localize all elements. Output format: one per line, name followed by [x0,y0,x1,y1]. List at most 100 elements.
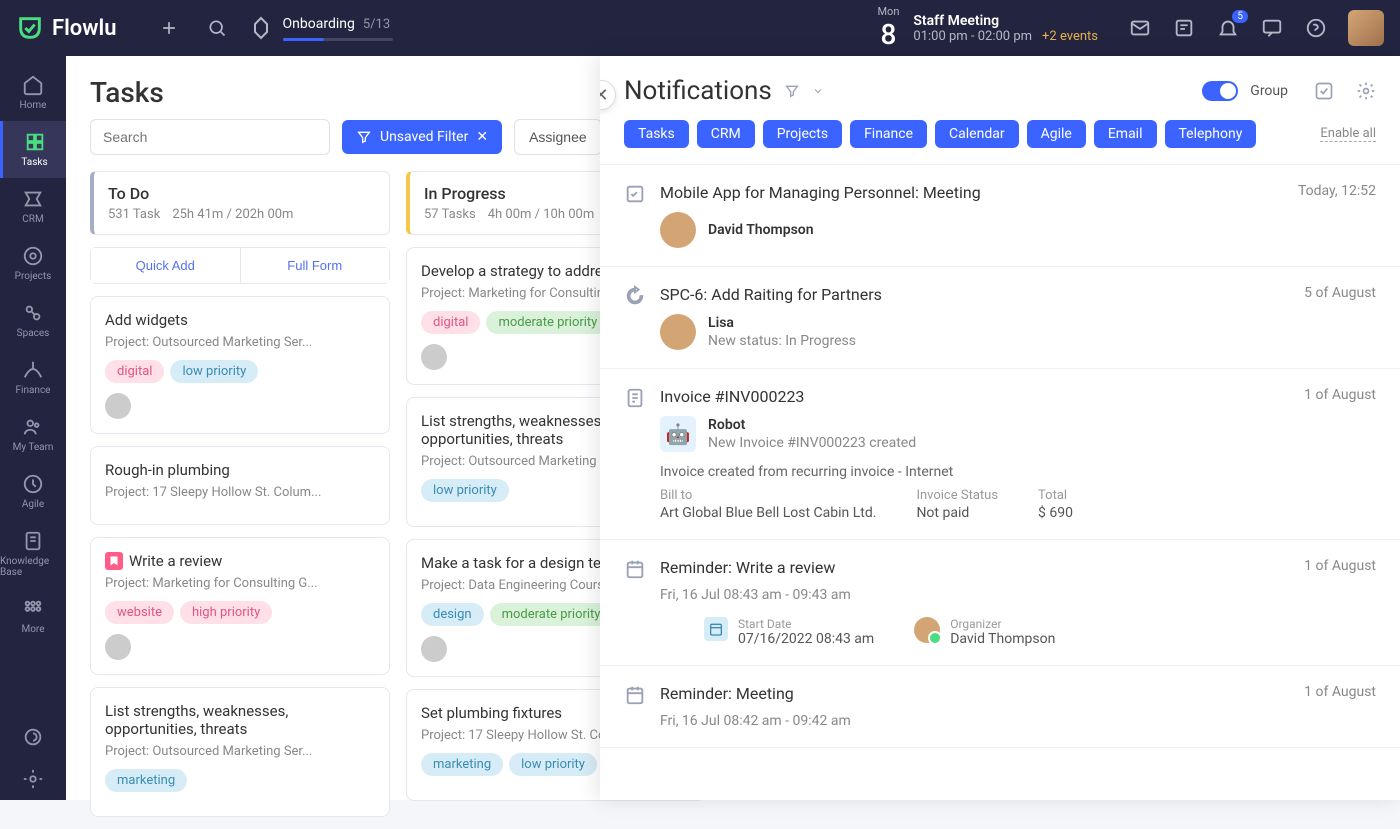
chevron-down-icon[interactable] [812,85,824,97]
notif-subtime: Fri, 16 Jul 08:43 am - 09:43 am [660,587,1376,603]
tag[interactable]: website [105,601,174,624]
meeting-time: 01:00 pm - 02:00 pm [913,29,1032,44]
note-icon[interactable] [1172,16,1196,40]
filter-chip-email[interactable]: Email [1094,120,1157,148]
notif-status: New status: In Progress [708,333,856,349]
notif-date: 5 of August [1304,285,1376,301]
chat-icon[interactable] [1260,16,1284,40]
card-title: List strengths, weaknesses, opportunitie… [105,702,375,738]
filter-chip-agile[interactable]: Agile [1027,120,1086,148]
full-form-button[interactable]: Full Form [241,248,390,283]
filter-chip-telephony[interactable]: Telephony [1165,120,1257,148]
group-toggle[interactable] [1202,81,1238,101]
task-card[interactable]: Rough-in plumbing Project: 17 Sleepy Hol… [90,446,390,525]
logo[interactable]: Flowlu [16,14,117,42]
task-card[interactable]: Add widgets Project: Outsourced Marketin… [90,296,390,434]
user-avatar[interactable] [1348,10,1384,46]
topbar: Flowlu Onboarding 5/13 Mon 8 Staff Meeti… [0,0,1400,56]
notif-date: Today, 12:52 [1298,183,1376,199]
assignee-avatar[interactable] [105,634,131,660]
bell-icon[interactable]: 5 [1216,16,1240,40]
date-section[interactable]: Mon 8 Staff Meeting 01:00 pm - 02:00 pm … [877,5,1098,51]
card-title: Rough-in plumbing [105,461,375,479]
notif-item-title: Mobile App for Managing Personnel: Meeti… [660,183,981,202]
filter-chip-projects[interactable]: Projects [763,120,842,148]
onboarding-count: 5/13 [363,17,390,32]
notification-item[interactable]: Reminder: Write a review1 of August Fri,… [600,540,1400,666]
tag[interactable]: marketing [105,769,187,792]
calendar-icon [624,684,646,729]
sidebar-item-home[interactable]: Home [0,64,66,121]
sidebar-settings-icon[interactable] [0,758,66,800]
sidebar-help-icon[interactable] [0,716,66,758]
notif-user-name: Lisa [708,315,856,331]
filter-icon[interactable] [784,83,800,99]
calendar-icon [624,558,646,647]
notification-item[interactable]: Mobile App for Managing Personnel: Meeti… [600,165,1400,267]
sidebar-item-crm[interactable]: CRM [0,178,66,235]
notifications-title: Notifications [624,76,772,106]
tag[interactable]: high priority [180,601,272,624]
search-icon[interactable] [205,16,229,40]
tag[interactable]: moderate priority [490,603,613,626]
assignee-dropdown[interactable]: Assignee [514,119,602,155]
sidebar-item-agile[interactable]: Agile [0,463,66,520]
help-icon[interactable] [1304,16,1328,40]
tag[interactable]: digital [105,360,164,383]
assignee-avatar[interactable] [421,636,447,662]
filter-chip-finance[interactable]: Finance [850,120,927,148]
tag[interactable]: marketing [421,753,503,776]
user-avatar [660,314,696,350]
filter-chip-calendar[interactable]: Calendar [935,120,1019,148]
milestone-icon [105,552,123,570]
tag[interactable]: design [421,603,484,626]
onboarding-progress [283,38,393,41]
tag[interactable]: low priority [421,479,509,502]
calendar-icon [704,617,728,641]
enable-all-link[interactable]: Enable all [1320,126,1376,142]
tag[interactable]: low priority [170,360,258,383]
onboarding[interactable]: Onboarding 5/13 [249,16,393,41]
card-title: Write a review [105,552,375,570]
quick-add-button[interactable]: Quick Add [91,248,241,283]
assignee-avatar[interactable] [421,344,447,370]
meeting-more-events[interactable]: +2 events [1042,29,1098,44]
sidebar-item-tasks[interactable]: Tasks [0,121,66,178]
card-title: Add widgets [105,311,375,329]
notif-item-title: Reminder: Write a review [660,558,835,577]
gear-icon[interactable] [1356,81,1376,101]
check-all-icon[interactable] [1314,81,1334,101]
sidebar-item-finance[interactable]: Finance [0,349,66,406]
filter-chip-tasks[interactable]: Tasks [624,120,689,148]
task-card[interactable]: Write a review Project: Marketing for Co… [90,537,390,675]
filter-close-icon[interactable]: ✕ [476,129,488,145]
assignee-avatar[interactable] [105,393,131,419]
unsaved-filter-pill[interactable]: Unsaved Filter ✕ [342,120,502,154]
date-day-label: Mon [877,5,899,18]
notification-item[interactable]: Invoice #INV0002231 of August 🤖RobotNew … [600,369,1400,540]
mail-icon[interactable] [1128,16,1152,40]
column-header: To Do 531 Task25h 41m / 202h 00m [90,171,390,235]
notif-user-name: Robot [708,417,916,433]
sidebar-item-projects[interactable]: Projects [0,235,66,292]
filter-chip-crm[interactable]: CRM [697,120,755,148]
sidebar-item-knowledge-base[interactable]: Knowledge Base [0,520,66,588]
card-project: Project: Marketing for Consulting G... [105,576,375,591]
task-card[interactable]: List strengths, weaknesses, opportunitie… [90,687,390,817]
plus-icon[interactable] [157,16,181,40]
sidebar-item-spaces[interactable]: Spaces [0,292,66,349]
sidebar-item-more[interactable]: More [0,588,66,645]
tag[interactable]: digital [421,311,480,334]
sidebar-item-my-team[interactable]: My Team [0,406,66,463]
date-day-number: 8 [877,18,899,51]
tag[interactable]: low priority [509,753,597,776]
search-input[interactable] [90,119,330,155]
card-project: Project: 17 Sleepy Hollow St. Colum... [105,485,375,500]
card-project: Project: Outsourced Marketing Ser... [105,744,375,759]
tag[interactable]: moderate priority [486,311,609,334]
notification-item[interactable]: SPC-6: Add Raiting for Partners5 of Augu… [600,267,1400,369]
notif-item-title: Invoice #INV000223 [660,387,804,406]
column-title: To Do [108,184,375,203]
app-name: Flowlu [52,16,117,41]
notification-item[interactable]: Reminder: Meeting1 of August Fri, 16 Jul… [600,666,1400,748]
